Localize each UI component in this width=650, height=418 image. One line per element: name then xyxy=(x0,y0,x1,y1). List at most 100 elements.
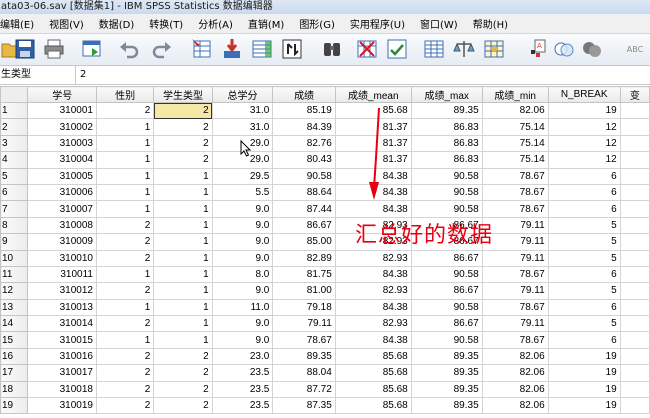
table-cell[interactable]: 2 xyxy=(95,282,155,300)
table-cell[interactable]: 5 xyxy=(547,315,621,333)
column-header[interactable]: 学生类型 xyxy=(153,86,213,103)
table-cell-empty[interactable] xyxy=(619,331,650,349)
table-cell[interactable]: 82.89 xyxy=(272,249,336,267)
table-cell[interactable]: 87.44 xyxy=(272,200,336,218)
print-icon[interactable] xyxy=(42,37,66,61)
table-cell[interactable]: 6 xyxy=(547,298,621,317)
table-cell[interactable]: 78.67 xyxy=(481,265,549,284)
table-cell-empty[interactable] xyxy=(619,200,650,218)
table-cell[interactable]: 89.35 xyxy=(272,347,336,366)
table-cell[interactable]: 75.14 xyxy=(481,134,549,153)
insert-case-icon[interactable] xyxy=(280,37,304,61)
table-cell[interactable]: 2 xyxy=(95,216,155,235)
row-number[interactable]: 17 xyxy=(0,364,29,382)
goto-case-icon[interactable] xyxy=(190,37,214,61)
table-cell[interactable]: 1 xyxy=(153,331,213,349)
table-cell[interactable]: 31.0 xyxy=(211,101,274,120)
table-cell[interactable]: 79.11 xyxy=(272,315,336,333)
table-cell[interactable]: 29.5 xyxy=(211,167,274,185)
table-cell[interactable]: 1 xyxy=(153,282,213,300)
menu-item-2[interactable]: 数据(D) xyxy=(99,16,135,31)
row-number[interactable]: 1 xyxy=(0,101,29,120)
table-cell[interactable]: 2 xyxy=(153,151,213,169)
table-cell[interactable]: 82.76 xyxy=(272,134,336,153)
table-cell[interactable]: 310016 xyxy=(27,347,97,366)
table-cell[interactable]: 310013 xyxy=(27,298,97,317)
table-cell[interactable]: 86.83 xyxy=(410,151,483,169)
table-cell[interactable]: 78.67 xyxy=(481,331,549,349)
column-header[interactable]: 成绩_mean xyxy=(334,86,412,103)
column-header[interactable]: 成绩 xyxy=(272,86,336,103)
table-cell[interactable]: 19 xyxy=(547,380,621,399)
row-number[interactable]: 7 xyxy=(0,200,29,218)
table-cell[interactable]: 310019 xyxy=(27,397,97,415)
show-all-icon[interactable] xyxy=(552,37,576,61)
table-cell[interactable]: 9.0 xyxy=(211,233,274,251)
table-cell[interactable]: 90.58 xyxy=(410,298,483,317)
table-cell[interactable]: 89.35 xyxy=(410,397,483,415)
table-cell[interactable]: 78.67 xyxy=(481,167,549,185)
table-cell[interactable]: 85.68 xyxy=(334,101,412,120)
table-cell[interactable]: 310011 xyxy=(27,265,97,284)
table-cell[interactable]: 5 xyxy=(547,282,621,300)
row-number[interactable]: 3 xyxy=(0,134,29,153)
table-cell[interactable]: 1 xyxy=(95,167,155,185)
table-cell[interactable]: 6 xyxy=(547,331,621,349)
table-cell[interactable]: 81.37 xyxy=(334,151,412,169)
table-cell-empty[interactable] xyxy=(619,397,650,415)
table-cell[interactable]: 2 xyxy=(95,249,155,267)
table-cell[interactable]: 81.37 xyxy=(334,134,412,153)
use-sets-icon[interactable]: A xyxy=(527,37,551,61)
row-number[interactable]: 4 xyxy=(0,151,29,169)
table-cell[interactable]: 86.83 xyxy=(410,118,483,136)
table-cell[interactable]: 2 xyxy=(95,347,155,366)
menu-item-5[interactable]: 直销(M) xyxy=(248,16,284,31)
table-cell-empty[interactable] xyxy=(619,183,650,202)
table-cell[interactable]: 2 xyxy=(95,380,155,399)
table-cell-empty[interactable] xyxy=(619,134,650,153)
row-number[interactable]: 19 xyxy=(0,397,29,415)
table-cell[interactable]: 6 xyxy=(547,265,621,284)
table-cell[interactable]: 1 xyxy=(153,200,213,218)
row-number[interactable]: 8 xyxy=(0,216,29,235)
split-file-icon[interactable] xyxy=(385,37,409,61)
column-header[interactable]: 成绩_min xyxy=(481,86,549,103)
row-number[interactable]: 6 xyxy=(0,183,29,202)
table-cell[interactable]: 2 xyxy=(153,118,213,136)
table-cell[interactable]: 310003 xyxy=(27,134,97,153)
grid-corner[interactable] xyxy=(0,86,29,103)
table-cell[interactable]: 89.35 xyxy=(410,347,483,366)
table-cell[interactable]: 84.38 xyxy=(334,200,412,218)
table-cell[interactable]: 79.11 xyxy=(481,315,549,333)
goto-variable-icon[interactable] xyxy=(220,37,244,61)
table-cell[interactable]: 86.67 xyxy=(272,216,336,235)
table-cell[interactable]: 23.0 xyxy=(211,347,274,366)
table-cell[interactable]: 81.37 xyxy=(334,118,412,136)
table-cell[interactable]: 82.93 xyxy=(334,282,412,300)
table-cell[interactable]: 310018 xyxy=(27,380,97,399)
table-cell[interactable]: 1 xyxy=(95,298,155,317)
table-cell[interactable]: 1 xyxy=(153,249,213,267)
table-cell[interactable]: 78.67 xyxy=(272,331,336,349)
table-cell-empty[interactable] xyxy=(619,151,650,169)
table-cell[interactable]: 19 xyxy=(547,101,621,120)
table-cell[interactable]: 85.19 xyxy=(272,101,336,120)
row-number[interactable]: 18 xyxy=(0,380,29,399)
menu-item-7[interactable]: 实用程序(U) xyxy=(350,16,405,31)
save-icon[interactable] xyxy=(13,37,37,61)
row-number[interactable]: 2 xyxy=(0,118,29,136)
table-cell[interactable]: 2 xyxy=(95,101,155,120)
table-cell[interactable]: 90.58 xyxy=(410,265,483,284)
table-cell[interactable]: 5 xyxy=(547,233,621,251)
table-cell[interactable]: 82.93 xyxy=(334,249,412,267)
table-cell[interactable]: 90.58 xyxy=(410,167,483,185)
menu-item-0[interactable]: 编辑(E) xyxy=(0,16,34,31)
value-labels-icon[interactable] xyxy=(482,37,506,61)
cell-value-input[interactable]: 2 xyxy=(80,66,86,84)
table-cell[interactable]: 23.5 xyxy=(211,364,274,382)
table-cell-empty[interactable] xyxy=(619,315,650,333)
table-cell[interactable]: 310005 xyxy=(27,167,97,185)
table-cell[interactable]: 1 xyxy=(95,183,155,202)
table-cell[interactable]: 19 xyxy=(547,397,621,415)
menu-item-1[interactable]: 视图(V) xyxy=(49,16,84,31)
